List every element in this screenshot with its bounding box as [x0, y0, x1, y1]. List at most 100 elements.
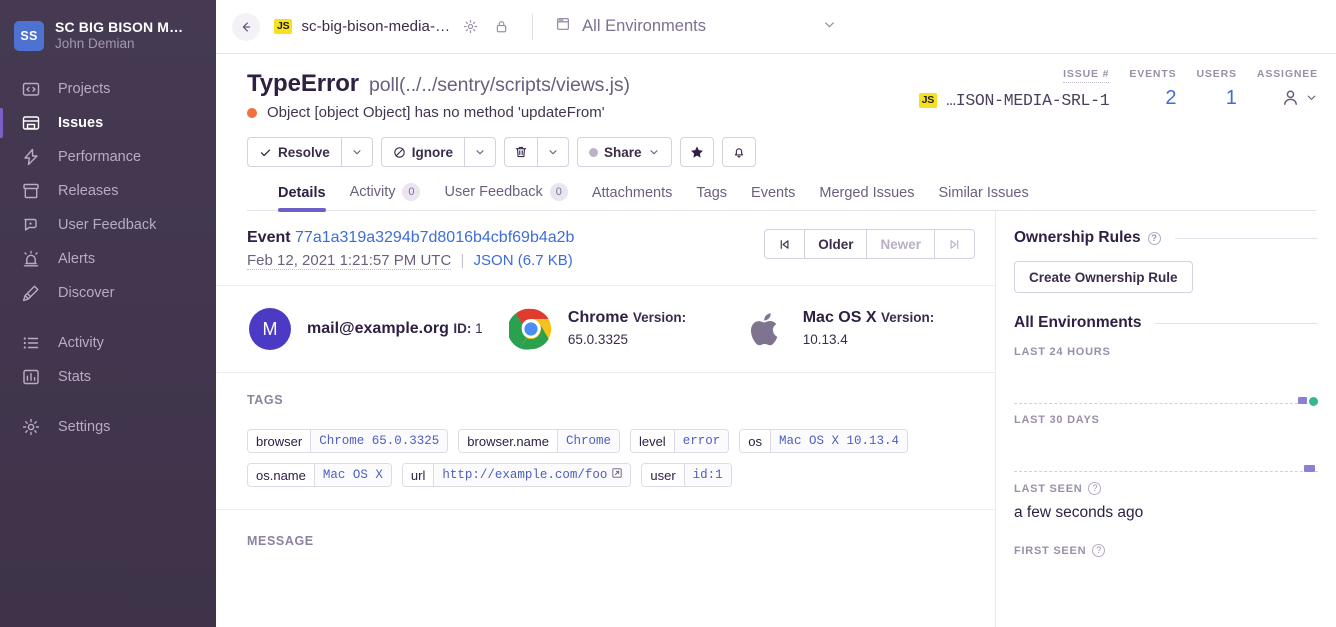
sidebar-item-stats[interactable]: Stats: [0, 360, 216, 394]
tab-events[interactable]: Events: [751, 185, 795, 210]
performance-icon: [22, 148, 40, 166]
stat-issue-number: ISSUE # JS …ISON-MEDIA-SRL-1: [899, 68, 1110, 110]
ownership-rules-header: Ownership Rules ?: [1014, 229, 1318, 247]
last-24-hours-chart[interactable]: [1014, 362, 1318, 414]
avatar: M: [247, 306, 293, 352]
header-rule: [1155, 322, 1318, 324]
help-icon[interactable]: ?: [1092, 544, 1106, 557]
delete-button[interactable]: [504, 137, 538, 167]
tab-merged-issues[interactable]: Merged Issues: [819, 185, 914, 210]
share-button[interactable]: Share: [577, 137, 672, 167]
events-count[interactable]: 2: [1165, 88, 1176, 108]
subscribe-button[interactable]: [721, 137, 756, 167]
sidebar-item-user-feedback[interactable]: User Feedback: [0, 208, 216, 242]
tag-key: os.name: [248, 464, 314, 486]
ignore-dropdown-button[interactable]: [464, 137, 497, 167]
context-user[interactable]: M mail@example.org ID: 1: [247, 306, 508, 352]
sidebar-item-releases[interactable]: Releases: [0, 174, 216, 208]
tag-value[interactable]: http://example.com/foo: [433, 464, 631, 486]
toolbar-divider: [532, 13, 534, 40]
context-browser[interactable]: Chrome Version: 65.0.3325: [508, 306, 743, 352]
avatar-initial: M: [249, 308, 291, 350]
tag-pill[interactable]: os.name Mac OS X: [247, 463, 392, 487]
tab-details[interactable]: Details: [278, 185, 326, 212]
project-settings-gear-icon[interactable]: [459, 16, 481, 38]
sidebar-item-settings[interactable]: Settings: [0, 410, 216, 444]
create-ownership-rule-button[interactable]: Create Ownership Rule: [1014, 261, 1193, 293]
help-icon[interactable]: ?: [1147, 231, 1161, 245]
sidebar-item-label: Releases: [58, 183, 119, 199]
chevron-down-icon[interactable]: [822, 17, 837, 37]
sidebar-item-label: Activity: [58, 335, 104, 351]
context-sub-value: 65.0.3325: [567, 332, 628, 347]
ignore-label: Ignore: [411, 144, 454, 160]
resolve-label: Resolve: [278, 144, 330, 160]
back-button[interactable]: [232, 12, 260, 41]
tag-value[interactable]: Mac OS X 10.13.4: [769, 430, 907, 452]
tab-label: Tags: [696, 185, 728, 201]
tag-pill[interactable]: user id:1: [641, 463, 732, 487]
last-30-days-label: LAST 30 DAYS: [1014, 414, 1100, 426]
tab-user-feedback[interactable]: User Feedback 0: [444, 183, 568, 210]
users-count[interactable]: 1: [1226, 88, 1237, 108]
tag-value[interactable]: id:1: [683, 464, 731, 486]
tag-pill[interactable]: os Mac OS X 10.13.4: [739, 429, 908, 453]
tab-similar-issues[interactable]: Similar Issues: [939, 185, 1029, 210]
tag-value[interactable]: error: [673, 430, 729, 452]
tag-value[interactable]: Chrome: [556, 430, 619, 452]
lock-icon[interactable]: [490, 16, 512, 38]
sidebar-item-discover[interactable]: Discover: [0, 276, 216, 310]
resolve-dropdown-button[interactable]: [340, 137, 373, 167]
tag-value[interactable]: Mac OS X: [313, 464, 391, 486]
org-switcher[interactable]: SS SC BIG BISON M… John Demian: [0, 10, 216, 62]
message-section-label: MESSAGE: [247, 534, 314, 548]
chevron-down-icon[interactable]: [1305, 91, 1318, 104]
skip-forward-icon: [950, 239, 959, 249]
tab-attachments[interactable]: Attachments: [592, 185, 673, 210]
share-status-dot-icon: [589, 147, 599, 157]
environment-selector[interactable]: All Environments: [555, 16, 837, 37]
tag-pill[interactable]: url http://example.com/foo: [401, 463, 632, 487]
last-30-days-chart[interactable]: [1014, 430, 1318, 482]
error-location: poll(../../sentry/scripts/views.js): [369, 74, 630, 96]
tag-pill[interactable]: level error: [629, 429, 730, 453]
tag-pill[interactable]: browser.name Chrome: [458, 429, 620, 453]
tab-activity[interactable]: Activity 0: [350, 183, 421, 210]
help-icon[interactable]: ?: [1088, 482, 1102, 495]
releases-icon: [22, 182, 40, 200]
tab-tags[interactable]: Tags: [696, 185, 727, 210]
bookmark-button[interactable]: [679, 137, 714, 167]
org-name: SC BIG BISON M…: [55, 19, 184, 36]
older-event-button[interactable]: Older: [804, 229, 867, 259]
issue-short-id[interactable]: …ISON-MEDIA-SRL-1: [946, 91, 1110, 110]
sidebar-item-projects[interactable]: Projects: [0, 72, 216, 106]
resolve-button[interactable]: Resolve: [247, 137, 341, 167]
sidebar-item-alerts[interactable]: Alerts: [0, 242, 216, 276]
context-user-email: mail@example.org: [307, 320, 449, 338]
ignore-button[interactable]: Ignore: [380, 137, 465, 167]
event-content: Event 77a1a319a3294b7d8016b4cbf69b4a2b F…: [216, 211, 995, 627]
check-icon: [260, 148, 271, 156]
bell-icon: [734, 148, 743, 158]
event-timestamp: Feb 12, 2021 1:21:57 PM UTC: [247, 252, 452, 270]
sidebar-item-issues[interactable]: Issues: [0, 106, 216, 140]
tag-pill[interactable]: browser Chrome 65.0.3325: [247, 429, 449, 453]
sidebar-item-performance[interactable]: Performance: [0, 140, 216, 174]
sidebar-item-activity[interactable]: Activity: [0, 326, 216, 360]
tag-value[interactable]: Chrome 65.0.3325: [310, 430, 448, 452]
tab-label: User Feedback: [444, 184, 543, 200]
context-os-name: Mac OS X: [802, 309, 877, 327]
oldest-event-button[interactable]: [764, 229, 805, 259]
breadcrumb-project[interactable]: sc-big-bison-media-…: [301, 18, 450, 35]
delete-dropdown-button[interactable]: [537, 137, 570, 167]
external-link-icon[interactable]: [612, 468, 622, 482]
text-divider: |: [460, 252, 465, 269]
event-id[interactable]: 77a1a319a3294b7d8016b4cbf69b4a2b: [295, 229, 574, 246]
context-os[interactable]: Mac OS X Version: 10.13.4: [743, 306, 975, 352]
breadcrumb[interactable]: JS sc-big-bison-media-…: [274, 16, 512, 38]
tab-badge: 0: [402, 183, 421, 201]
resolve-group: Resolve: [247, 137, 373, 167]
assignee-selector[interactable]: [1281, 88, 1318, 107]
message-section: MESSAGE: [216, 509, 995, 568]
event-json-link[interactable]: JSON (6.7 KB): [474, 252, 573, 269]
